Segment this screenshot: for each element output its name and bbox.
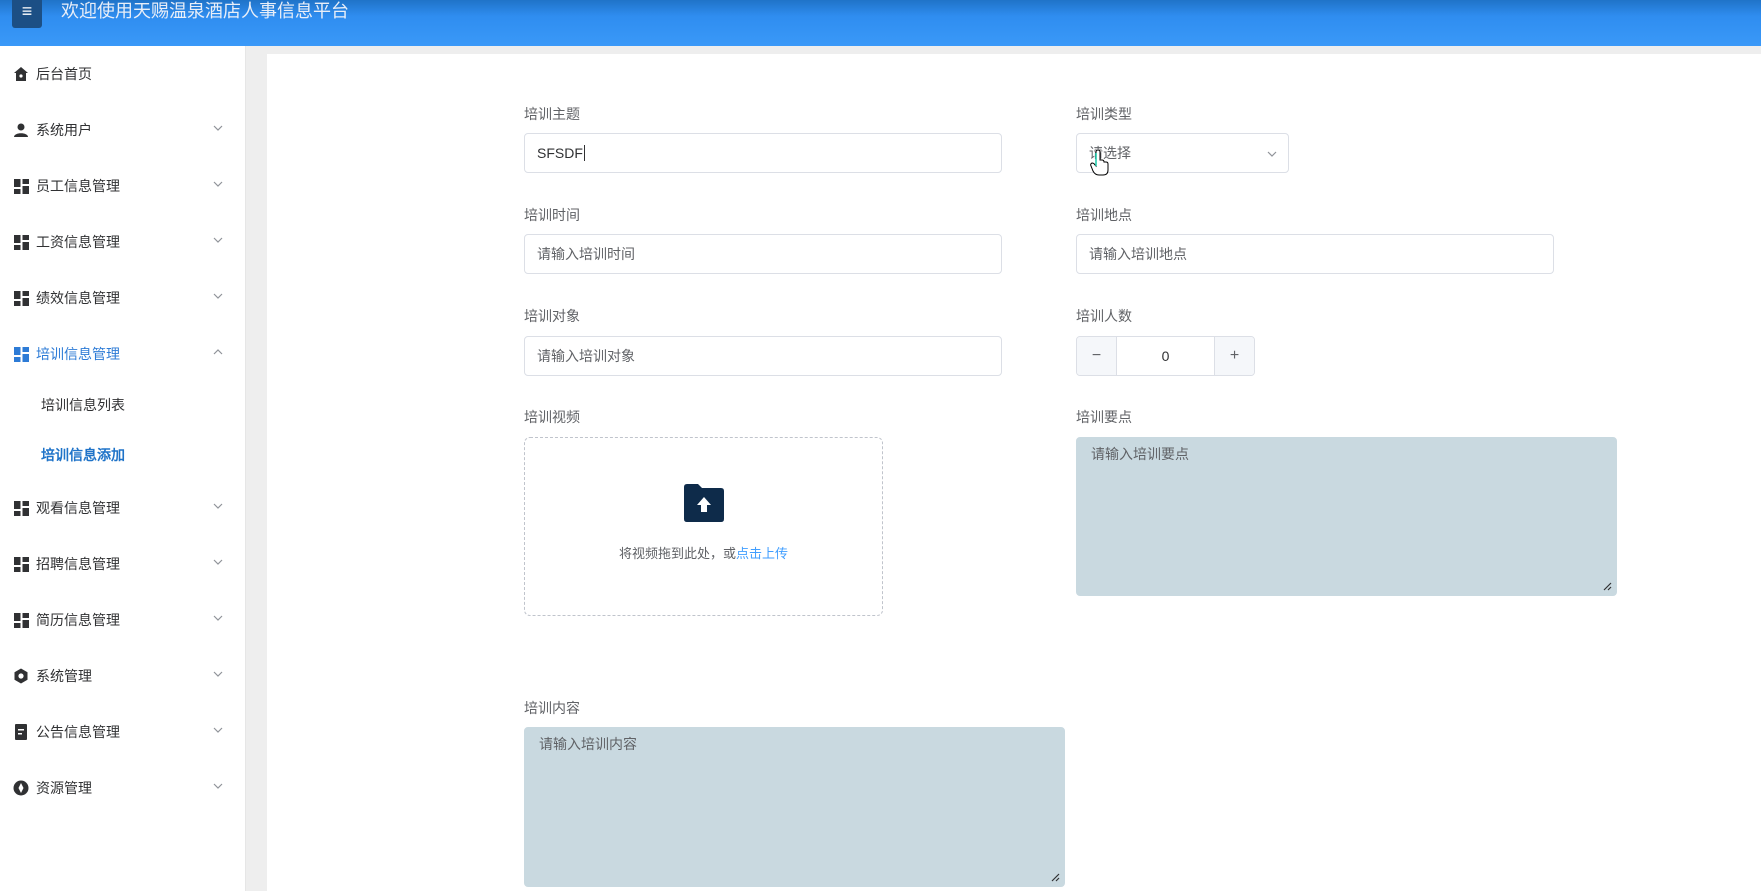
chevron-down-icon <box>213 559 223 565</box>
chevron-down-icon <box>213 783 223 789</box>
training-video-label: 培训视频 <box>524 409 580 425</box>
training-topic-input[interactable]: SFSDF <box>524 133 1002 173</box>
training-target-placeholder: 请输入培训对象 <box>537 348 635 364</box>
sidebar-item-salary[interactable]: 工资信息管理 <box>0 218 246 266</box>
document-icon <box>12 723 30 741</box>
sidebar-item-label: 观看信息管理 <box>36 500 120 516</box>
training-topic-value: SFSDF <box>537 145 583 161</box>
sidebar-subitem-label: 培训信息添加 <box>41 447 125 463</box>
training-topic-label: 培训主题 <box>524 106 580 122</box>
sidebar-item-viewing[interactable]: 观看信息管理 <box>0 484 246 532</box>
chevron-down-icon <box>213 293 223 299</box>
chevron-down-icon <box>213 125 223 131</box>
sidebar-item-label: 培训信息管理 <box>36 346 120 362</box>
grid-icon <box>12 233 30 251</box>
upload-hint: 将视频拖到此处，或点击上传 <box>525 543 882 562</box>
sidebar-item-system-management[interactable]: 系统管理 <box>0 652 246 700</box>
sidebar-item-label: 绩效信息管理 <box>36 290 120 306</box>
training-content-textarea[interactable]: 请输入培训内容 <box>524 727 1065 887</box>
sidebar-item-performance[interactable]: 绩效信息管理 <box>0 274 246 322</box>
compass-icon <box>12 779 30 797</box>
chevron-down-icon <box>1267 151 1277 157</box>
decrement-button[interactable]: − <box>1077 337 1117 375</box>
chevron-up-icon <box>213 349 223 355</box>
sidebar-subitem-label: 培训信息列表 <box>41 397 125 413</box>
sidebar-item-label: 资源管理 <box>36 780 92 796</box>
home-icon <box>12 65 30 83</box>
upload-hint-text: 将视频拖到此处，或 <box>618 546 736 561</box>
upload-link[interactable]: 点击上传 <box>736 546 788 561</box>
grid-icon <box>12 555 30 573</box>
chevron-down-icon <box>213 671 223 677</box>
chevron-down-icon <box>213 503 223 509</box>
sidebar-item-label: 简历信息管理 <box>36 612 120 628</box>
grid-icon <box>12 611 30 629</box>
training-keypoints-textarea[interactable]: 请输入培训要点 <box>1076 437 1617 596</box>
grid-icon <box>12 177 30 195</box>
sidebar-item-system-users[interactable]: 系统用户 <box>0 106 246 154</box>
training-location-label: 培训地点 <box>1076 207 1132 223</box>
text-caret <box>583 145 585 161</box>
chevron-down-icon <box>213 727 223 733</box>
top-header: ≡ 欢迎使用天赐温泉酒店人事信息平台 <box>0 0 1761 46</box>
sidebar-item-recruitment[interactable]: 招聘信息管理 <box>0 540 246 588</box>
app-title: 欢迎使用天赐温泉酒店人事信息平台 <box>61 1 349 22</box>
gear-icon <box>12 667 30 685</box>
chevron-down-icon <box>213 615 223 621</box>
training-type-label: 培训类型 <box>1076 106 1132 122</box>
sidebar-item-label: 系统管理 <box>36 668 92 684</box>
sidebar-subitem-training-add[interactable]: 培训信息添加 <box>0 433 246 477</box>
sidebar-item-label: 工资信息管理 <box>36 234 120 250</box>
resize-handle-icon[interactable] <box>1050 872 1060 882</box>
grid-icon <box>12 289 30 307</box>
sidebar-item-label: 系统用户 <box>36 122 92 138</box>
folder-upload-icon <box>684 484 724 522</box>
hamburger-icon[interactable]: ≡ <box>12 0 42 28</box>
main-top-strip <box>267 46 1761 54</box>
resize-handle-icon[interactable] <box>1602 581 1612 591</box>
training-location-placeholder: 请输入培训地点 <box>1089 246 1187 262</box>
sidebar: 后台首页 系统用户 员工信息管理 工资信息管理 绩效信息管理 培训信息管理 培训… <box>0 46 246 891</box>
training-target-label: 培训对象 <box>524 308 580 324</box>
training-content-label: 培训内容 <box>524 700 580 716</box>
sidebar-subitem-training-list[interactable]: 培训信息列表 <box>0 383 246 427</box>
increment-button[interactable]: + <box>1214 337 1254 375</box>
training-keypoints-label: 培训要点 <box>1076 409 1132 425</box>
video-upload-dropzone[interactable]: 将视频拖到此处，或点击上传 <box>524 437 883 616</box>
training-time-placeholder: 请输入培训时间 <box>537 246 635 262</box>
hand-cursor-icon <box>1090 150 1109 176</box>
sidebar-item-label: 员工信息管理 <box>36 178 120 194</box>
sidebar-item-training[interactable]: 培训信息管理 <box>0 330 246 378</box>
sidebar-item-label: 后台首页 <box>36 66 92 82</box>
chevron-down-icon <box>213 237 223 243</box>
chevron-down-icon <box>213 181 223 187</box>
sidebar-item-employee[interactable]: 员工信息管理 <box>0 162 246 210</box>
training-count-value[interactable]: 0 <box>1117 337 1214 375</box>
sidebar-item-resources[interactable]: 资源管理 <box>0 764 246 812</box>
sidebar-item-label: 公告信息管理 <box>36 724 120 740</box>
user-icon <box>12 121 30 139</box>
layout-gutter <box>246 46 267 891</box>
training-target-input[interactable]: 请输入培训对象 <box>524 336 1002 376</box>
sidebar-item-home[interactable]: 后台首页 <box>0 50 246 98</box>
grid-icon <box>12 499 30 517</box>
sidebar-item-announcement[interactable]: 公告信息管理 <box>0 708 246 756</box>
training-time-input[interactable]: 请输入培训时间 <box>524 234 1002 274</box>
training-count-stepper[interactable]: − 0 + <box>1076 336 1255 376</box>
training-location-input[interactable]: 请输入培训地点 <box>1076 234 1554 274</box>
sidebar-item-label: 招聘信息管理 <box>36 556 120 572</box>
sidebar-item-resume[interactable]: 简历信息管理 <box>0 596 246 644</box>
training-time-label: 培训时间 <box>524 207 580 223</box>
training-keypoints-placeholder: 请输入培训要点 <box>1091 446 1189 462</box>
training-content-placeholder: 请输入培训内容 <box>539 736 637 752</box>
grid-icon <box>12 345 30 363</box>
training-count-label: 培训人数 <box>1076 308 1132 324</box>
